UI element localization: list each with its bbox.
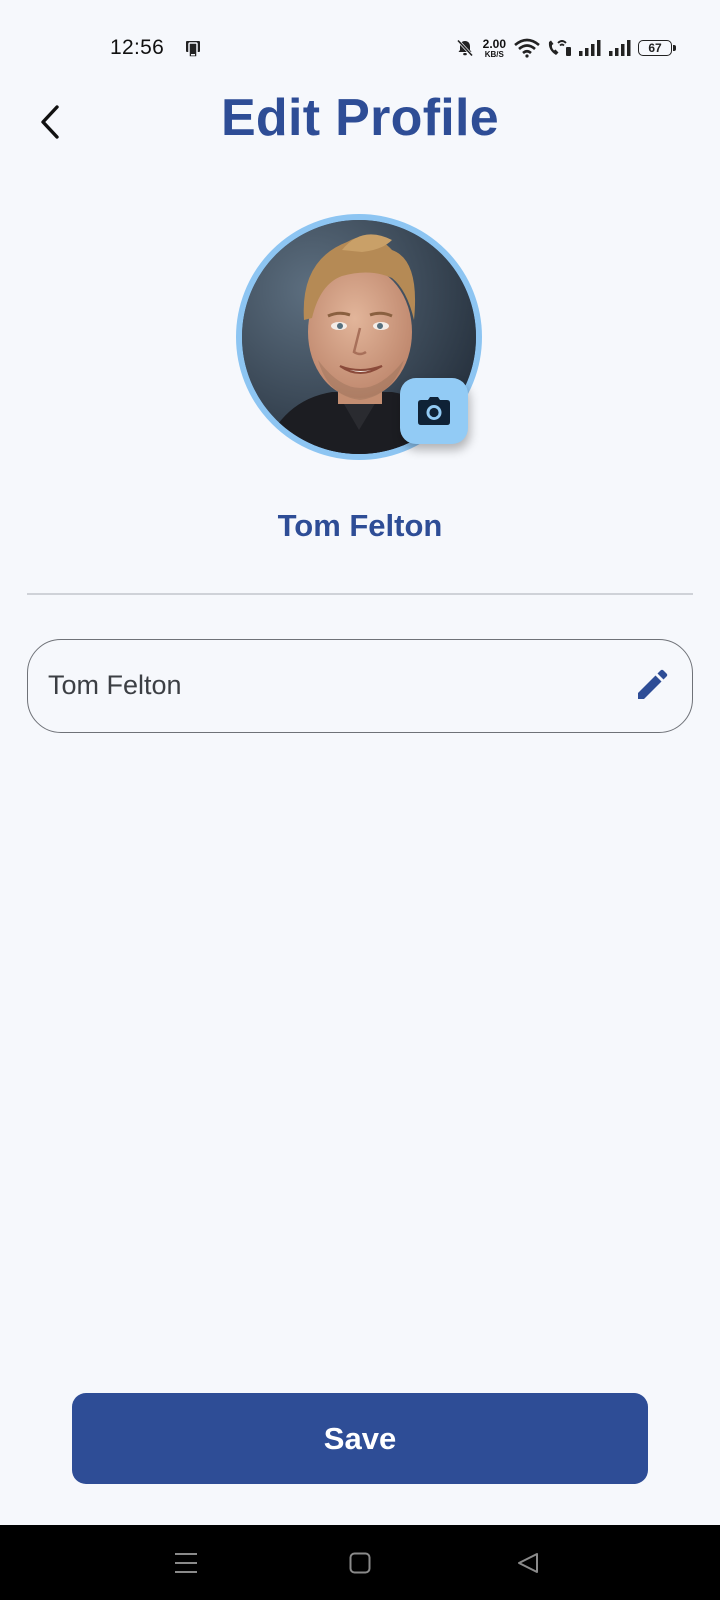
page-title: Edit Profile (220, 89, 500, 147)
divider (27, 593, 693, 595)
status-icons: 2.00 KB/S 67 (455, 36, 676, 60)
avatar-container (236, 214, 482, 460)
battery-icon: 67 (638, 40, 676, 56)
name-field[interactable] (27, 639, 693, 733)
signal-icon (578, 39, 602, 57)
pencil-icon (638, 669, 668, 699)
edit-name-button[interactable] (630, 663, 674, 707)
camera-icon (418, 397, 450, 425)
status-bar: 12:56 2.00 KB/S 67 (0, 0, 720, 96)
battery-level: 67 (648, 41, 662, 55)
name-input[interactable] (48, 640, 608, 730)
net-speed: 2.00 KB/S (483, 38, 506, 59)
profile-name: Tom Felton (277, 508, 443, 543)
wifi-icon (514, 38, 540, 58)
system-nav-bar (0, 1525, 720, 1600)
phone-device-icon (184, 39, 204, 59)
status-time: 12:56 (110, 36, 165, 59)
net-speed-unit: KB/S (484, 49, 504, 59)
signal-icon (608, 39, 632, 57)
home-icon[interactable] (340, 1545, 380, 1581)
bell-muted-icon (455, 38, 475, 58)
change-photo-button[interactable] (400, 378, 468, 444)
net-speed-value: 2.00 (482, 36, 506, 51)
wifi-call-icon (546, 38, 572, 58)
menu-icon[interactable] (166, 1545, 206, 1581)
back-triangle-icon[interactable] (508, 1545, 548, 1581)
save-button[interactable]: Save (72, 1393, 648, 1484)
